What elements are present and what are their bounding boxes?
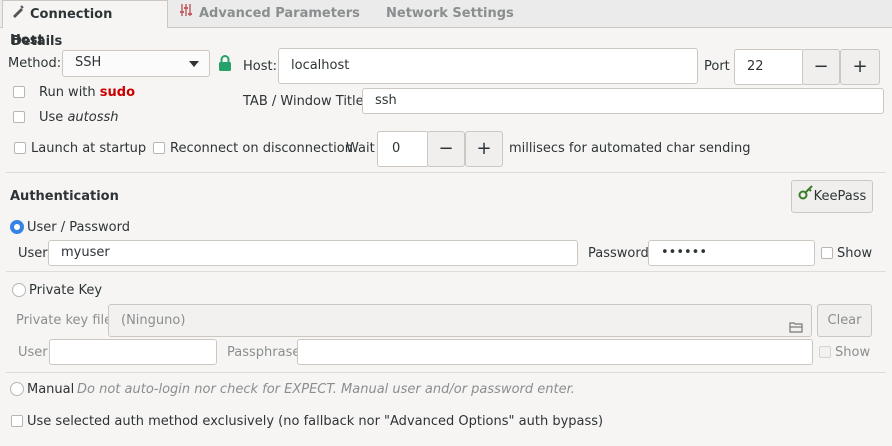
show-passphrase-label: Show — [835, 345, 871, 360]
separator — [6, 271, 886, 272]
clear-button[interactable]: Clear — [817, 304, 872, 337]
separator — [6, 172, 886, 173]
method-select[interactable]: SSH — [62, 50, 210, 77]
wait-increment-button[interactable]: + — [465, 131, 503, 167]
wait-label: Wait — [346, 141, 375, 156]
host-input[interactable]: localhost — [278, 48, 698, 84]
exclusive-auth-checkbox[interactable] — [11, 415, 23, 427]
window-title-input[interactable]: ssh — [362, 88, 884, 114]
tab-label: Advanced Parameters — [199, 6, 360, 21]
launch-at-startup-checkbox[interactable] — [14, 142, 26, 154]
private-key-file-label: Private key file — [16, 313, 113, 328]
pencil-icon — [11, 1, 25, 28]
show-passphrase-checkbox[interactable] — [819, 346, 831, 358]
user-label: User — [18, 246, 48, 261]
run-with-sudo-checkbox[interactable] — [13, 86, 25, 98]
separator — [6, 372, 886, 373]
reconnect-label: Reconnect on disconnection — [170, 141, 353, 156]
pk-user-input[interactable] — [49, 339, 217, 365]
passphrase-input[interactable] — [297, 339, 813, 365]
wait-decrement-button[interactable]: − — [427, 131, 465, 167]
private-key-radio[interactable] — [12, 283, 26, 297]
manual-note: Do not auto-login nor check for EXPECT. … — [77, 382, 575, 397]
run-with-prefix: Run with — [39, 85, 96, 100]
method-label: Method: — [8, 56, 62, 71]
dropdown-arrow-icon — [189, 61, 199, 67]
password-input[interactable]: •••••• — [648, 240, 815, 266]
private-key-file-chooser[interactable]: (Ninguno) — [108, 304, 812, 337]
manual-radio[interactable] — [10, 382, 24, 396]
user-password-radio[interactable] — [10, 220, 24, 234]
port-input[interactable]: 22 — [734, 49, 804, 85]
show-password-checkbox[interactable] — [821, 247, 833, 259]
port-label: Port — [704, 59, 730, 74]
tab-network-settings[interactable]: Network Settings — [386, 0, 514, 27]
keepass-button[interactable]: KeePass — [791, 180, 873, 213]
port-decrement-button[interactable]: − — [802, 49, 840, 85]
tab-label: Network Settings — [386, 6, 514, 21]
password-label: Password — [588, 246, 649, 261]
wait-suffix: millisecs for automated char sending — [509, 141, 751, 156]
exclusive-auth-label: Use selected auth method exclusively (no… — [27, 414, 604, 429]
reconnect-checkbox[interactable] — [153, 142, 165, 154]
keepass-label: KeePass — [813, 189, 867, 204]
use-autossh-label: Use autossh — [39, 110, 118, 125]
window-title-label: TAB / Window Title: — [243, 94, 369, 109]
auth-section-title: Authentication — [10, 189, 119, 204]
method-select-value: SSH — [75, 55, 102, 70]
tab-connection-details[interactable]: Connection Details — [2, 0, 168, 49]
pk-user-label: User — [18, 345, 48, 360]
show-password-label: Show — [837, 246, 873, 261]
sliders-icon — [180, 0, 194, 27]
use-autossh-checkbox[interactable] — [13, 111, 25, 123]
user-password-label: User / Password — [27, 220, 130, 235]
passphrase-label: Passphrase — [227, 345, 301, 360]
private-key-label: Private Key — [29, 283, 103, 298]
autossh-text: autossh — [67, 110, 119, 125]
manual-label: Manual — [27, 382, 75, 397]
tab-advanced-parameters[interactable]: Advanced Parameters — [180, 0, 360, 27]
lock-icon — [218, 55, 232, 75]
user-input[interactable]: myuser — [48, 240, 578, 266]
keepass-icon — [798, 181, 814, 212]
use-prefix: Use — [39, 110, 64, 125]
tab-bar: Connection Details Advanced Parameters N… — [0, 0, 892, 49]
launch-at-startup-label: Launch at startup — [31, 141, 147, 156]
port-increment-button[interactable]: + — [840, 49, 880, 85]
private-key-file-value: (Ninguno) — [121, 313, 186, 328]
run-with-sudo-label: Run with sudo — [39, 85, 135, 100]
wait-input[interactable]: 0 — [377, 131, 429, 167]
host-section-title: Host — [10, 33, 44, 48]
sudo-text: sudo — [99, 85, 136, 100]
host-label: Host: — [243, 59, 277, 74]
